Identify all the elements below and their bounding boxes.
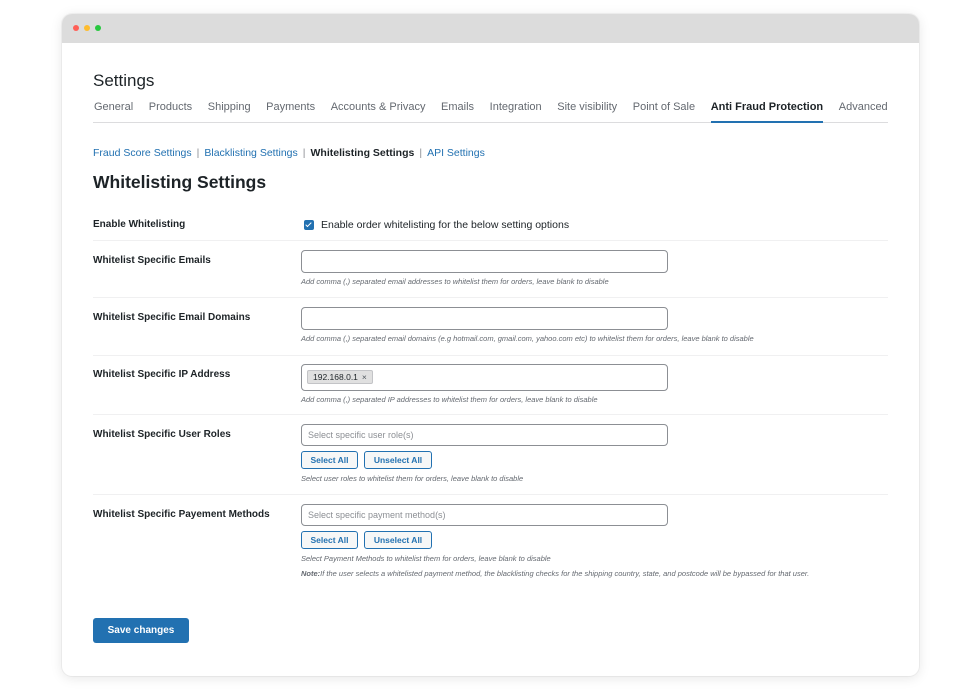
whitelist-payments-row: Whitelist Specific Payement Methods Sele…: [93, 495, 888, 595]
section-subnav: Fraud Score Settings | Blacklisting Settin…: [93, 147, 485, 159]
payment-methods-note: Note:If the user selects a whitelisted p…: [301, 568, 876, 580]
note-text: If the user selects a whitelisted paymen…: [320, 569, 810, 578]
note-label: Note:: [301, 569, 321, 578]
close-window-icon[interactable]: [73, 25, 79, 31]
whitelist-roles-description: Select user roles to whitelist them for …: [301, 474, 524, 483]
whitelist-emails-label: Whitelist Specific Emails: [93, 255, 211, 266]
tab-point-of-sale[interactable]: Point of Sale: [633, 99, 695, 123]
whitelist-emails-description: Add comma (,) separated email addresses …: [301, 277, 609, 286]
window-titlebar: [62, 14, 919, 43]
maximize-window-icon[interactable]: [95, 25, 101, 31]
whitelist-domains-description: Add comma (,) separated email domains (e…: [301, 334, 754, 343]
subnav-separator: |: [419, 147, 423, 159]
tab-anti-fraud-protection[interactable]: Anti Fraud Protection: [710, 99, 824, 123]
subnav-blacklisting-settings[interactable]: Blacklisting Settings: [204, 147, 297, 159]
whitelist-roles-label: Whitelist Specific User Roles: [93, 429, 231, 440]
whitelist-ip-input[interactable]: 192.168.0.1 ×: [301, 364, 668, 391]
enable-whitelisting-checkbox-label[interactable]: Enable order whitelisting for the below …: [321, 219, 569, 231]
section-title: Whitelisting Settings: [93, 172, 267, 192]
payment-methods-placeholder: Select specific payment method(s): [308, 510, 446, 520]
tab-emails[interactable]: Emails: [441, 99, 474, 123]
save-changes-button[interactable]: Save changes: [93, 618, 189, 643]
ip-tag-value: 192.168.0.1: [313, 372, 358, 382]
whitelist-ip-description: Add comma (,) separated IP addresses to …: [301, 395, 598, 404]
subnav-api-settings[interactable]: API Settings: [427, 147, 485, 159]
whitelist-domains-row: Whitelist Specific Email Domains Add com…: [93, 298, 888, 356]
tab-site-visibility[interactable]: Site visibility: [557, 99, 617, 123]
browser-window: Settings General Products Shipping Payme…: [62, 14, 919, 676]
user-roles-select[interactable]: Select specific user role(s): [301, 424, 668, 446]
page-title: Settings: [93, 71, 155, 90]
enable-whitelisting-checkbox[interactable]: [304, 220, 314, 230]
subnav-separator: |: [196, 147, 200, 159]
whitelist-payments-description: Select Payment Methods to whitelist them…: [301, 554, 551, 563]
whitelist-payments-label: Whitelist Specific Payement Methods: [93, 509, 270, 520]
whitelist-domains-input[interactable]: [301, 307, 668, 330]
whitelist-domains-label: Whitelist Specific Email Domains: [93, 312, 251, 323]
settings-tabs: General Products Shipping Payments Accou…: [93, 99, 888, 123]
minimize-window-icon[interactable]: [84, 25, 90, 31]
tab-accounts-privacy[interactable]: Accounts & Privacy: [331, 99, 426, 123]
whitelist-emails-input[interactable]: [301, 250, 668, 273]
tab-shipping[interactable]: Shipping: [208, 99, 251, 123]
subnav-whitelisting-settings: Whitelisting Settings: [310, 147, 415, 159]
payment-methods-select[interactable]: Select specific payment method(s): [301, 504, 668, 526]
roles-unselect-all-button[interactable]: Unselect All: [364, 451, 432, 469]
ip-tag: 192.168.0.1 ×: [307, 370, 373, 384]
subnav-fraud-score-settings[interactable]: Fraud Score Settings: [93, 147, 192, 159]
enable-whitelisting-row: Enable Whitelisting Enable order whiteli…: [93, 203, 888, 241]
whitelist-ip-label: Whitelist Specific IP Address: [93, 369, 231, 380]
payments-select-all-button[interactable]: Select All: [301, 531, 358, 549]
roles-select-all-button[interactable]: Select All: [301, 451, 358, 469]
tab-products[interactable]: Products: [149, 99, 192, 123]
subnav-separator: |: [302, 147, 306, 159]
tab-integration[interactable]: Integration: [490, 99, 542, 123]
payments-unselect-all-button[interactable]: Unselect All: [364, 531, 432, 549]
whitelist-roles-row: Whitelist Specific User Roles Select spe…: [93, 415, 888, 495]
enable-whitelisting-label: Enable Whitelisting: [93, 219, 186, 230]
tab-payments[interactable]: Payments: [266, 99, 315, 123]
whitelist-ip-row: Whitelist Specific IP Address 192.168.0.…: [93, 356, 888, 415]
remove-tag-icon[interactable]: ×: [362, 372, 367, 382]
whitelist-emails-row: Whitelist Specific Emails Add comma (,) …: [93, 241, 888, 298]
tab-general[interactable]: General: [93, 99, 133, 123]
user-roles-placeholder: Select specific user role(s): [308, 430, 414, 440]
tab-advanced[interactable]: Advanced: [839, 99, 888, 123]
